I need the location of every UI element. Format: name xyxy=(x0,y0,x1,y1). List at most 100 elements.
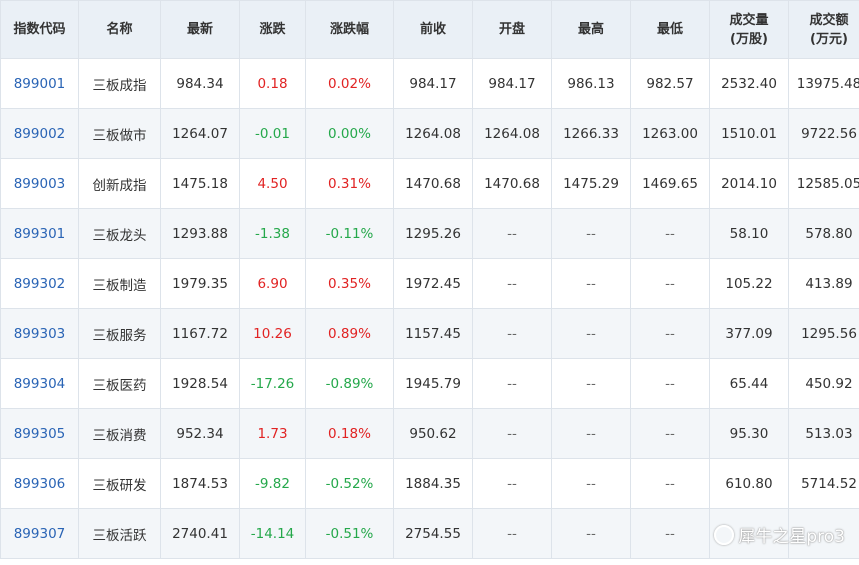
cell-pct: -0.11% xyxy=(305,208,394,259)
cell-low: -- xyxy=(630,258,710,309)
table-row[interactable]: 899306 三板研发 1874.53 -9.82 -0.52% 1884.35 -- -- -… xyxy=(0,458,859,509)
cell-open: -- xyxy=(472,458,552,509)
cell-latest: 1928.54 xyxy=(160,358,240,409)
table-row[interactable]: 899001 三板成指 984.34 0.18 0.02% 984.17 984.17 986… xyxy=(0,58,859,109)
cell-code[interactable]: 899002 xyxy=(0,108,79,159)
table-row[interactable]: 899307 三板活跃 2740.41 -14.14 -0.51% 2754.55 -- --… xyxy=(0,508,859,559)
cell-volume: 2014.10 xyxy=(709,158,789,209)
column-header-name[interactable]: 名称 xyxy=(78,0,161,59)
cell-volume: 58.10 xyxy=(709,208,789,259)
column-header-pct[interactable]: 涨跌幅 xyxy=(305,0,394,59)
cell-name: 三板做市 xyxy=(78,108,161,159)
cell-latest: 1167.72 xyxy=(160,308,240,359)
cell-high: 1266.33 xyxy=(551,108,631,159)
cell-volume: 377.09 xyxy=(709,308,789,359)
column-header-label: 涨跌 xyxy=(259,22,286,37)
cell-code[interactable]: 899307 xyxy=(0,508,79,559)
cell-code[interactable]: 899306 xyxy=(0,458,79,509)
cell-amount: 9722.56 xyxy=(788,108,859,159)
cell-latest: 2740.41 xyxy=(160,508,240,559)
cell-amount: 13975.48 xyxy=(788,58,859,109)
cell-low: -- xyxy=(630,508,710,559)
column-header-label: 最新 xyxy=(186,22,213,37)
cell-open: 1470.68 xyxy=(472,158,552,209)
cell-code[interactable]: 899001 xyxy=(0,58,79,109)
cell-prev: 1972.45 xyxy=(393,258,473,309)
table-row[interactable]: 899302 三板制造 1979.35 6.90 0.35% 1972.45 -- -- -- 1… xyxy=(0,258,859,309)
cell-code[interactable]: 899304 xyxy=(0,358,79,409)
cell-name: 三板服务 xyxy=(78,308,161,359)
cell-pct: -0.51% xyxy=(305,508,394,559)
cell-change: 10.26 xyxy=(239,308,306,359)
cell-name: 创新成指 xyxy=(78,158,161,209)
table-row[interactable]: 899003 创新成指 1475.18 4.50 0.31% 1470.68 1470.68… xyxy=(0,158,859,209)
column-header-unit: (万元) xyxy=(810,31,848,47)
cell-high: -- xyxy=(551,208,631,259)
cell-amount: 5714.52 xyxy=(788,458,859,509)
cell-volume: 610.80 xyxy=(709,458,789,509)
cell-volume: 65.44 xyxy=(709,358,789,409)
cell-name: 三板龙头 xyxy=(78,208,161,259)
column-header-prev[interactable]: 前收 xyxy=(393,0,473,59)
cell-low: 982.57 xyxy=(630,58,710,109)
cell-code[interactable]: 899302 xyxy=(0,258,79,309)
cell-name: 三板医药 xyxy=(78,358,161,409)
cell-change: 6.90 xyxy=(239,258,306,309)
table-row[interactable]: 899305 三板消费 952.34 1.73 0.18% 950.62 -- -- -- 95.… xyxy=(0,408,859,459)
column-header-high[interactable]: 最高 xyxy=(551,0,631,59)
cell-latest: 1874.53 xyxy=(160,458,240,509)
cell-amount: 413.89 xyxy=(788,258,859,309)
table-row[interactable]: 899301 三板龙头 1293.88 -1.38 -0.11% 1295.26 -- -- -… xyxy=(0,208,859,259)
cell-code[interactable]: 899305 xyxy=(0,408,79,459)
cell-prev: 1470.68 xyxy=(393,158,473,209)
cell-change: 4.50 xyxy=(239,158,306,209)
cell-change: -9.82 xyxy=(239,458,306,509)
cell-low: 1469.65 xyxy=(630,158,710,209)
cell-name: 三板消费 xyxy=(78,408,161,459)
table-row[interactable]: 899303 三板服务 1167.72 10.26 0.89% 1157.45 -- -- --… xyxy=(0,308,859,359)
cell-high: 1475.29 xyxy=(551,158,631,209)
cell-prev: 984.17 xyxy=(393,58,473,109)
column-header-change[interactable]: 涨跌 xyxy=(239,0,306,59)
cell-pct: 0.02% xyxy=(305,58,394,109)
column-header-low[interactable]: 最低 xyxy=(630,0,710,59)
column-header-label: 最低 xyxy=(656,22,683,37)
table-row[interactable]: 899002 三板做市 1264.07 -0.01 0.00% 1264.08 1264.0… xyxy=(0,108,859,159)
column-header-latest[interactable]: 最新 xyxy=(160,0,240,59)
cell-open: -- xyxy=(472,508,552,559)
column-header-volume[interactable]: 成交量 (万股) xyxy=(709,0,789,59)
column-header-label: 指数代码 xyxy=(13,22,66,37)
cell-open: -- xyxy=(472,308,552,359)
cell-pct: 0.35% xyxy=(305,258,394,309)
column-header-label: 开盘 xyxy=(498,22,525,37)
cell-code[interactable]: 899303 xyxy=(0,308,79,359)
column-header-amount[interactable]: 成交额 (万元) xyxy=(788,0,859,59)
cell-code[interactable]: 899003 xyxy=(0,158,79,209)
cell-change: -17.26 xyxy=(239,358,306,409)
cell-latest: 984.34 xyxy=(160,58,240,109)
cell-low: -- xyxy=(630,408,710,459)
table-row[interactable]: 899304 三板医药 1928.54 -17.26 -0.89% 1945.79 -- --… xyxy=(0,358,859,409)
cell-low: -- xyxy=(630,308,710,359)
column-header-code[interactable]: 指数代码 xyxy=(0,0,79,59)
cell-name: 三板成指 xyxy=(78,58,161,109)
cell-change: 1.73 xyxy=(239,408,306,459)
cell-latest: 1293.88 xyxy=(160,208,240,259)
cell-open: -- xyxy=(472,258,552,309)
cell-pct: 0.18% xyxy=(305,408,394,459)
cell-high: -- xyxy=(551,358,631,409)
cell-open: 984.17 xyxy=(472,58,552,109)
cell-pct: 0.89% xyxy=(305,308,394,359)
cell-amount: 450.92 xyxy=(788,358,859,409)
cell-name: 三板研发 xyxy=(78,458,161,509)
cell-code[interactable]: 899301 xyxy=(0,208,79,259)
cell-latest: 952.34 xyxy=(160,408,240,459)
cell-change: -0.01 xyxy=(239,108,306,159)
column-header-label: 成交额 xyxy=(809,12,849,28)
cell-prev: 1884.35 xyxy=(393,458,473,509)
cell-open: -- xyxy=(472,208,552,259)
cell-volume xyxy=(709,508,789,559)
cell-volume: 2532.40 xyxy=(709,58,789,109)
column-header-open[interactable]: 开盘 xyxy=(472,0,552,59)
cell-low: -- xyxy=(630,458,710,509)
